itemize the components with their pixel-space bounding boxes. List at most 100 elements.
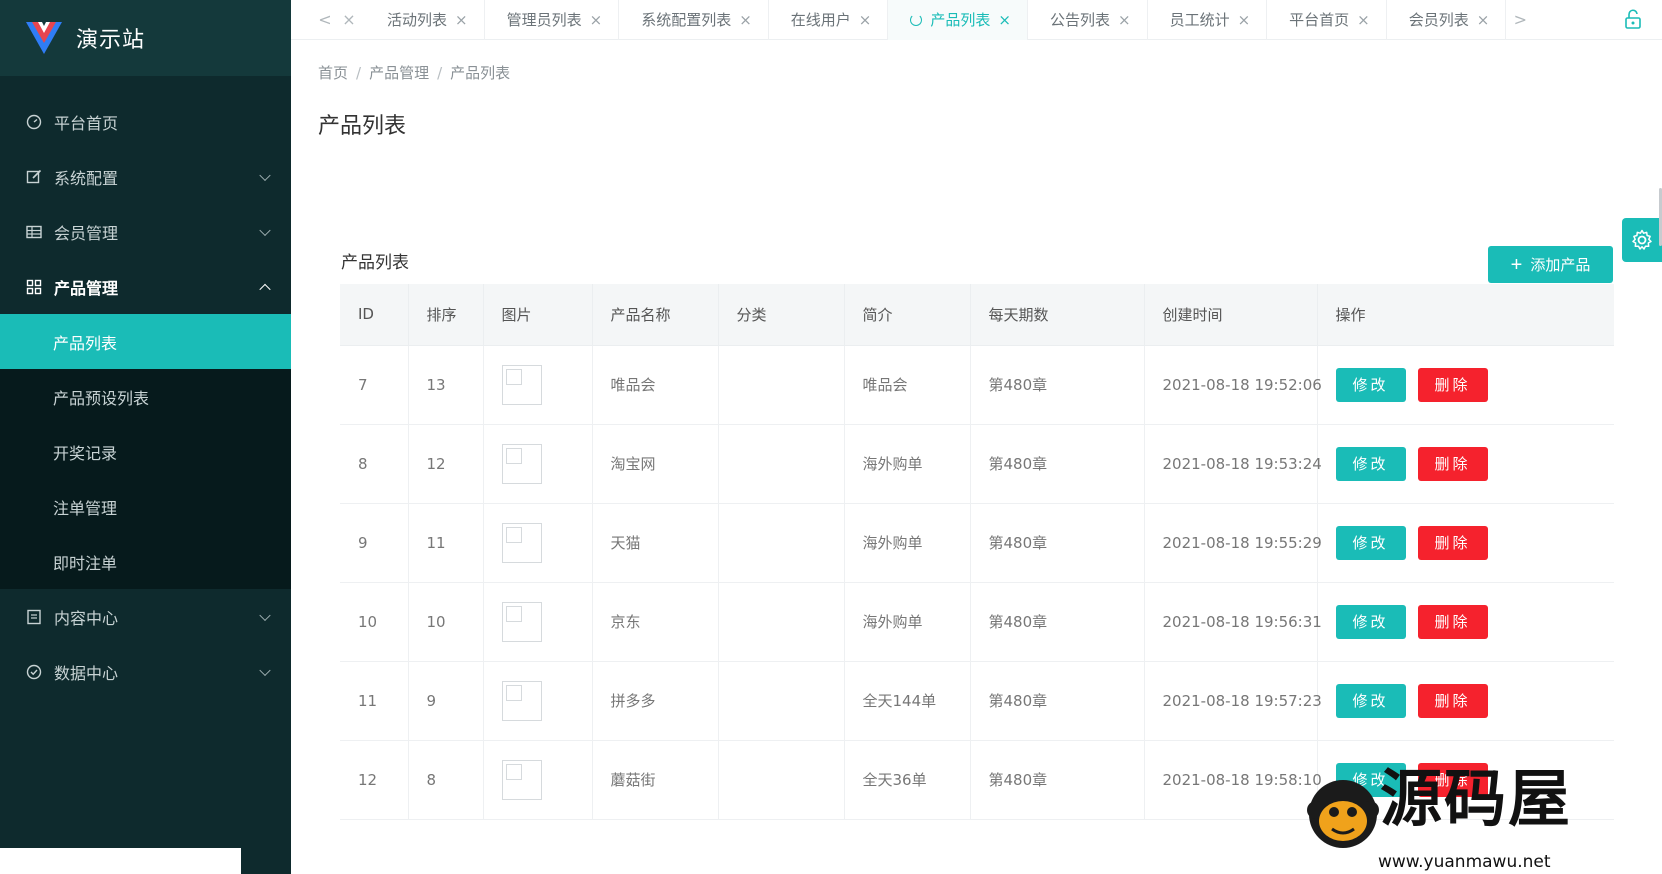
tab-notice-list[interactable]: 公告列表 × bbox=[1028, 0, 1148, 40]
breadcrumb-separator: / bbox=[356, 64, 362, 82]
add-product-button[interactable]: + 添加产品 bbox=[1488, 246, 1613, 283]
tab-online-users[interactable]: 在线用户 × bbox=[769, 0, 889, 40]
table-header-row: ID 排序 图片 产品名称 分类 简介 每天期数 创建时间 操作 bbox=[340, 284, 1614, 346]
column-header: 简介 bbox=[844, 284, 971, 346]
edit-button[interactable]: 修改 bbox=[1335, 446, 1406, 481]
tab-label: 会员列表 bbox=[1408, 11, 1469, 29]
cell-category bbox=[718, 582, 845, 662]
breadcrumb-separator: / bbox=[437, 64, 443, 82]
close-icon[interactable]: × bbox=[455, 11, 468, 29]
image-placeholder-icon[interactable] bbox=[501, 522, 542, 563]
column-header: 创建时间 bbox=[1144, 284, 1318, 346]
cell-actions: 修改 删除 bbox=[1317, 582, 1614, 662]
settings-drawer-button[interactable] bbox=[1622, 218, 1662, 262]
sidebar-item-live-orders[interactable]: 即时注单 bbox=[0, 534, 291, 589]
sidebar-item-product-list[interactable]: 产品列表 bbox=[0, 314, 291, 369]
cell-sort: 9 bbox=[408, 661, 484, 741]
tab-product-list[interactable]: 产品列表 × bbox=[888, 0, 1028, 40]
cell-periods: 第480章 bbox=[970, 424, 1145, 504]
breadcrumb-section[interactable]: 产品管理 bbox=[369, 64, 429, 82]
tab-platform-home[interactable]: 平台首页 × bbox=[1267, 0, 1387, 40]
cell-intro: 海外购单 bbox=[844, 424, 971, 504]
monkey-logo-icon bbox=[1307, 780, 1379, 848]
sidebar-item-label: 数据中心 bbox=[54, 663, 119, 683]
card-title: 产品列表 bbox=[341, 253, 409, 273]
chevron-down-icon bbox=[259, 169, 271, 181]
unlock-icon[interactable] bbox=[1624, 9, 1642, 29]
column-header: ID bbox=[340, 284, 409, 346]
cell-name: 淘宝网 bbox=[592, 424, 719, 504]
image-placeholder-icon[interactable] bbox=[501, 443, 542, 484]
tab-label: 管理员列表 bbox=[506, 11, 582, 29]
edit-button[interactable]: 修改 bbox=[1335, 683, 1406, 718]
table-row: 7 13 唯品会 唯品会 第480章 2021-08-18 19:52:06 修… bbox=[340, 345, 1614, 425]
check-circle-icon bbox=[26, 664, 42, 679]
tab-label: 产品列表 bbox=[930, 11, 991, 29]
delete-button[interactable]: 删除 bbox=[1417, 604, 1488, 639]
close-icon[interactable]: × bbox=[739, 11, 752, 29]
sidebar-item-label: 系统配置 bbox=[54, 168, 119, 188]
cell-id: 11 bbox=[340, 661, 409, 741]
grid-icon bbox=[26, 279, 42, 294]
sidebar-item-products[interactable]: 产品管理 bbox=[0, 259, 291, 314]
cell-intro: 全天36单 bbox=[844, 740, 971, 820]
tab-system-config-list[interactable]: 系统配置列表 × bbox=[619, 0, 769, 40]
tab-close-left-button[interactable]: × bbox=[339, 10, 359, 29]
sidebar-item-draw-records[interactable]: 开奖记录 bbox=[0, 424, 291, 479]
image-placeholder-icon[interactable] bbox=[501, 601, 542, 642]
tab-label: 员工统计 bbox=[1169, 11, 1230, 29]
tab-staff-stats[interactable]: 员工统计 × bbox=[1148, 0, 1268, 40]
chevron-up-icon bbox=[259, 283, 271, 295]
sidebar-item-system-config[interactable]: 系统配置 bbox=[0, 149, 291, 204]
tab-prev-button[interactable]: < bbox=[315, 10, 335, 29]
gear-icon bbox=[1632, 229, 1652, 250]
close-icon[interactable]: × bbox=[998, 11, 1011, 29]
tab-admin-list[interactable]: 管理员列表 × bbox=[485, 0, 620, 40]
cell-periods: 第480章 bbox=[970, 503, 1145, 583]
sidebar-item-data-center[interactable]: 数据中心 bbox=[0, 644, 291, 699]
cell-created: 2021-08-18 19:56:31 bbox=[1144, 582, 1322, 662]
table-icon bbox=[26, 225, 42, 238]
tab-member-list[interactable]: 会员列表 × bbox=[1387, 0, 1507, 40]
edit-button[interactable]: 修改 bbox=[1335, 525, 1406, 560]
watermark-url: www.yuanmawu.net bbox=[1378, 852, 1551, 872]
cell-name: 唯品会 bbox=[592, 345, 719, 425]
close-icon[interactable]: × bbox=[1118, 11, 1131, 29]
close-icon[interactable]: × bbox=[1238, 11, 1251, 29]
cell-actions: 修改 删除 bbox=[1317, 345, 1614, 425]
app-root: 演示站 平台首页 系统配置 会员管理 产品管理 产品列表 产品预设列表 开奖记录… bbox=[0, 0, 1662, 874]
edit-button[interactable]: 修改 bbox=[1335, 604, 1406, 639]
cell-intro: 海外购单 bbox=[844, 503, 971, 583]
cell-intro: 唯品会 bbox=[844, 345, 971, 425]
delete-button[interactable]: 删除 bbox=[1417, 525, 1488, 560]
tab-activity-list[interactable]: 活动列表 × bbox=[365, 0, 485, 40]
image-placeholder-icon[interactable] bbox=[501, 759, 542, 800]
logo[interactable]: 演示站 bbox=[0, 0, 291, 76]
sidebar-item-members[interactable]: 会员管理 bbox=[0, 204, 291, 259]
breadcrumb-current: 产品列表 bbox=[450, 64, 511, 82]
tab-next-button[interactable]: > bbox=[1510, 10, 1530, 29]
close-icon[interactable]: × bbox=[859, 11, 872, 29]
close-icon[interactable]: × bbox=[1477, 11, 1490, 29]
cell-created: 2021-08-18 19:58:10 bbox=[1144, 740, 1322, 820]
delete-button[interactable]: 删除 bbox=[1417, 683, 1488, 718]
sidebar-item-product-presets[interactable]: 产品预设列表 bbox=[0, 369, 291, 424]
table-row: 11 9 拼多多 全天144单 第480章 2021-08-18 19:57:2… bbox=[340, 661, 1614, 741]
cell-id: 12 bbox=[340, 740, 409, 820]
image-placeholder-icon[interactable] bbox=[501, 364, 542, 405]
chevron-down-icon bbox=[259, 224, 271, 236]
cell-image bbox=[483, 582, 593, 662]
close-icon[interactable]: × bbox=[590, 11, 603, 29]
sidebar-item-content-center[interactable]: 内容中心 bbox=[0, 589, 291, 644]
close-icon[interactable]: × bbox=[1357, 11, 1370, 29]
sidebar-item-orders[interactable]: 注单管理 bbox=[0, 479, 291, 534]
cell-sort: 12 bbox=[408, 424, 484, 504]
edit-button[interactable]: 修改 bbox=[1335, 367, 1406, 402]
breadcrumb-home[interactable]: 首页 bbox=[318, 64, 348, 82]
delete-button[interactable]: 删除 bbox=[1417, 367, 1488, 402]
refresh-icon[interactable] bbox=[910, 13, 923, 26]
sidebar-item-label: 产品管理 bbox=[54, 278, 119, 298]
sidebar-item-home[interactable]: 平台首页 bbox=[0, 94, 291, 149]
delete-button[interactable]: 删除 bbox=[1417, 446, 1488, 481]
image-placeholder-icon[interactable] bbox=[501, 680, 542, 721]
